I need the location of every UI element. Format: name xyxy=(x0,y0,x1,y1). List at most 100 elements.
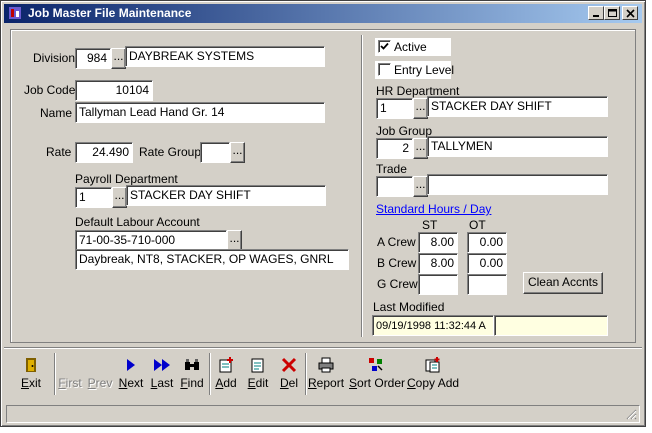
hr-department-name-field: STACKER DAY SHIFT xyxy=(427,96,608,117)
g-crew-ot-input[interactable] xyxy=(467,274,507,295)
maximize-icon xyxy=(608,9,617,17)
delete-x-icon xyxy=(281,357,297,373)
rate-label: Rate xyxy=(46,145,72,159)
payroll-department-label: Payroll Department xyxy=(75,172,178,186)
first-button[interactable]: First xyxy=(56,351,84,399)
sort-order-icon xyxy=(369,358,383,371)
entry-level-checkbox[interactable]: Entry Level xyxy=(375,61,455,79)
job-code-label: Job Code xyxy=(24,83,76,97)
copy-add-button[interactable]: Copy Add xyxy=(407,351,459,399)
client-area: Division 984 ... DAYBREAK SYSTEMS Job Co… xyxy=(4,23,642,423)
g-crew-label: G Crew xyxy=(377,277,418,291)
add-label: Add xyxy=(215,376,237,390)
job-group-name-field: TALLYMEN xyxy=(427,136,608,157)
payroll-department-name-field: STACKER DAY SHIFT xyxy=(126,185,326,206)
prev-label: Prev xyxy=(87,376,113,390)
hr-department-code-input[interactable]: 1 xyxy=(376,98,413,119)
window-title: Job Master File Maintenance xyxy=(28,6,192,20)
exit-button[interactable]: Exit xyxy=(14,351,48,399)
labour-account-lookup-button[interactable]: ... xyxy=(227,230,242,251)
column-divider xyxy=(361,35,363,337)
status-bar xyxy=(6,405,640,423)
rate-group-lookup-button[interactable]: ... xyxy=(230,142,245,163)
name-input[interactable]: Tallyman Lead Hand Gr. 14 xyxy=(75,102,325,123)
b-crew-label: B Crew xyxy=(377,256,417,270)
labour-account-description: Daybreak, NT8, STACKER, OP WAGES, GNRL xyxy=(75,249,349,270)
rate-input[interactable]: 24.490 xyxy=(75,142,133,163)
st-column-header: ST xyxy=(422,218,438,232)
job-group-code-input[interactable]: 2 xyxy=(376,138,413,159)
toolbar-top-separator xyxy=(4,347,642,349)
close-icon xyxy=(626,9,635,18)
job-code-input[interactable]: 10104 xyxy=(75,80,153,101)
sort-order-button[interactable]: Sort Order xyxy=(349,351,406,399)
g-crew-st-input[interactable] xyxy=(418,274,458,295)
rate-group-label: Rate Group xyxy=(139,145,202,159)
last-modified-date-field: 09/19/1998 11:32:44 A xyxy=(372,315,494,336)
resize-grip-icon[interactable] xyxy=(625,408,637,420)
minimize-button[interactable] xyxy=(588,6,604,20)
maximize-button[interactable] xyxy=(604,6,620,20)
trade-label: Trade xyxy=(376,162,407,176)
find-label: Find xyxy=(180,376,204,390)
rate-group-input[interactable] xyxy=(200,142,230,163)
last-button[interactable]: Last xyxy=(148,351,176,399)
entry-level-label: Entry Level xyxy=(394,63,455,77)
hr-department-lookup-button[interactable]: ... xyxy=(413,98,428,119)
name-label: Name xyxy=(40,106,73,120)
default-labour-account-label: Default Labour Account xyxy=(75,215,200,229)
trade-lookup-button[interactable]: ... xyxy=(413,176,428,197)
a-crew-label: A Crew xyxy=(377,235,416,249)
last-modified-user-field xyxy=(494,315,608,336)
edit-label: Edit xyxy=(247,376,269,390)
report-button[interactable]: Report xyxy=(308,351,344,399)
labour-account-input[interactable]: 71-00-35-710-000 xyxy=(75,230,227,251)
trade-code-input[interactable] xyxy=(376,176,413,197)
edit-button[interactable]: Edit xyxy=(244,351,272,399)
b-crew-ot-input[interactable]: 0.00 xyxy=(467,253,507,274)
prev-button[interactable]: Prev xyxy=(86,351,114,399)
delete-button[interactable]: Del xyxy=(276,351,302,399)
toolbar: Exit First Prev Next Last Find Add Edit … xyxy=(4,347,642,401)
close-button[interactable] xyxy=(622,6,638,20)
payroll-department-lookup-button[interactable]: ... xyxy=(112,187,127,208)
a-crew-ot-input[interactable]: 0.00 xyxy=(467,232,507,253)
delete-label: Del xyxy=(279,376,298,390)
exit-label: Exit xyxy=(20,376,41,390)
checkmark-icon xyxy=(380,42,389,50)
trade-name-field xyxy=(427,174,608,195)
division-lookup-button[interactable]: ... xyxy=(111,48,126,69)
binoculars-icon xyxy=(185,359,199,370)
division-code-input[interactable]: 984 xyxy=(75,48,111,69)
a-crew-st-input[interactable]: 8.00 xyxy=(418,232,458,253)
job-group-lookup-button[interactable]: ... xyxy=(413,138,428,159)
last-label: Last xyxy=(150,376,174,390)
standard-hours-link[interactable]: Standard Hours / Day xyxy=(376,202,491,216)
next-label: Next xyxy=(118,376,144,390)
next-button[interactable]: Next xyxy=(116,351,146,399)
ot-column-header: OT xyxy=(469,218,486,232)
division-label: Division xyxy=(33,51,76,65)
minimize-icon xyxy=(593,15,599,17)
printer-icon xyxy=(318,357,334,373)
last-modified-label: Last Modified xyxy=(373,300,445,314)
last-arrow-icon xyxy=(154,359,170,371)
active-checkbox[interactable]: Active xyxy=(375,38,451,56)
payroll-department-code-input[interactable]: 1 xyxy=(75,187,112,208)
title-bar[interactable]: Job Master File Maintenance xyxy=(4,4,642,23)
app-icon xyxy=(9,7,21,19)
toolbar-separator xyxy=(305,353,307,395)
next-arrow-icon xyxy=(127,359,135,371)
entry-level-checkbox-box xyxy=(378,63,391,76)
edit-record-icon xyxy=(251,358,264,373)
active-label: Active xyxy=(394,40,427,54)
first-label: First xyxy=(58,376,82,390)
add-button[interactable]: Add xyxy=(212,351,240,399)
sort-order-label: Sort Order xyxy=(349,376,406,390)
clean-accounts-button[interactable]: Clean Accnts xyxy=(523,272,603,294)
report-label: Report xyxy=(308,376,345,390)
toolbar-separator xyxy=(209,353,211,395)
door-exit-icon xyxy=(26,358,36,372)
b-crew-st-input[interactable]: 8.00 xyxy=(418,253,458,274)
find-button[interactable]: Find xyxy=(178,351,206,399)
